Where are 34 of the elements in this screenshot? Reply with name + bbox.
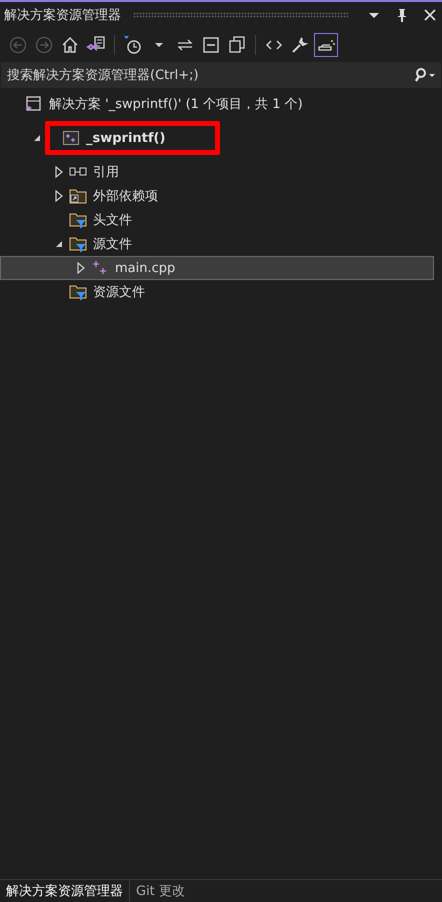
home-icon bbox=[60, 35, 80, 55]
drag-grip[interactable] bbox=[133, 12, 348, 18]
tree-item-row[interactable]: main.cpp bbox=[0, 256, 434, 280]
copies-icon bbox=[227, 35, 247, 55]
forward-icon bbox=[34, 35, 54, 55]
expanded-arrow-icon[interactable] bbox=[32, 133, 42, 143]
collapse-icon bbox=[201, 35, 221, 55]
tree-item-label[interactable]: 解决方案 '_swprintf()' (1 个项目，共 1 个) bbox=[49, 95, 303, 113]
folder-icon bbox=[69, 187, 87, 205]
tree-item-label[interactable]: 引用 bbox=[93, 163, 119, 181]
tree-item-label[interactable]: main.cpp bbox=[115, 260, 176, 276]
cpp-file-icon bbox=[91, 259, 109, 277]
tree-item-label[interactable]: 头文件 bbox=[93, 211, 132, 229]
search-icon[interactable] bbox=[409, 62, 441, 88]
close-icon[interactable] bbox=[422, 7, 438, 23]
filter-folder-icon bbox=[69, 211, 87, 229]
collapsed-arrow-icon[interactable] bbox=[76, 262, 86, 274]
project-icon bbox=[62, 129, 80, 147]
filter-folder-icon bbox=[69, 235, 87, 253]
filter-folder-icon bbox=[69, 283, 87, 301]
tree-item-label[interactable]: _swprintf() bbox=[86, 130, 166, 146]
preview-button[interactable] bbox=[314, 33, 338, 57]
panel-tab[interactable]: Git 更改 bbox=[129, 880, 191, 902]
window-title: 解决方案资源管理器 bbox=[4, 7, 121, 24]
collapsed-arrow-icon[interactable] bbox=[54, 190, 64, 202]
tree-item-label[interactable]: 源文件 bbox=[93, 235, 132, 253]
tree-item-label[interactable]: 外部依赖项 bbox=[93, 187, 158, 205]
search-field[interactable]: 搜索解决方案资源管理器(Ctrl+;) bbox=[1, 62, 409, 88]
dropdown-icon bbox=[155, 43, 163, 47]
collapsed-arrow-icon[interactable] bbox=[54, 166, 64, 178]
solution-icon bbox=[25, 95, 43, 113]
tree-item-label[interactable]: 资源文件 bbox=[93, 283, 145, 301]
expanded-arrow-icon[interactable] bbox=[54, 239, 64, 249]
back-icon bbox=[8, 35, 28, 55]
